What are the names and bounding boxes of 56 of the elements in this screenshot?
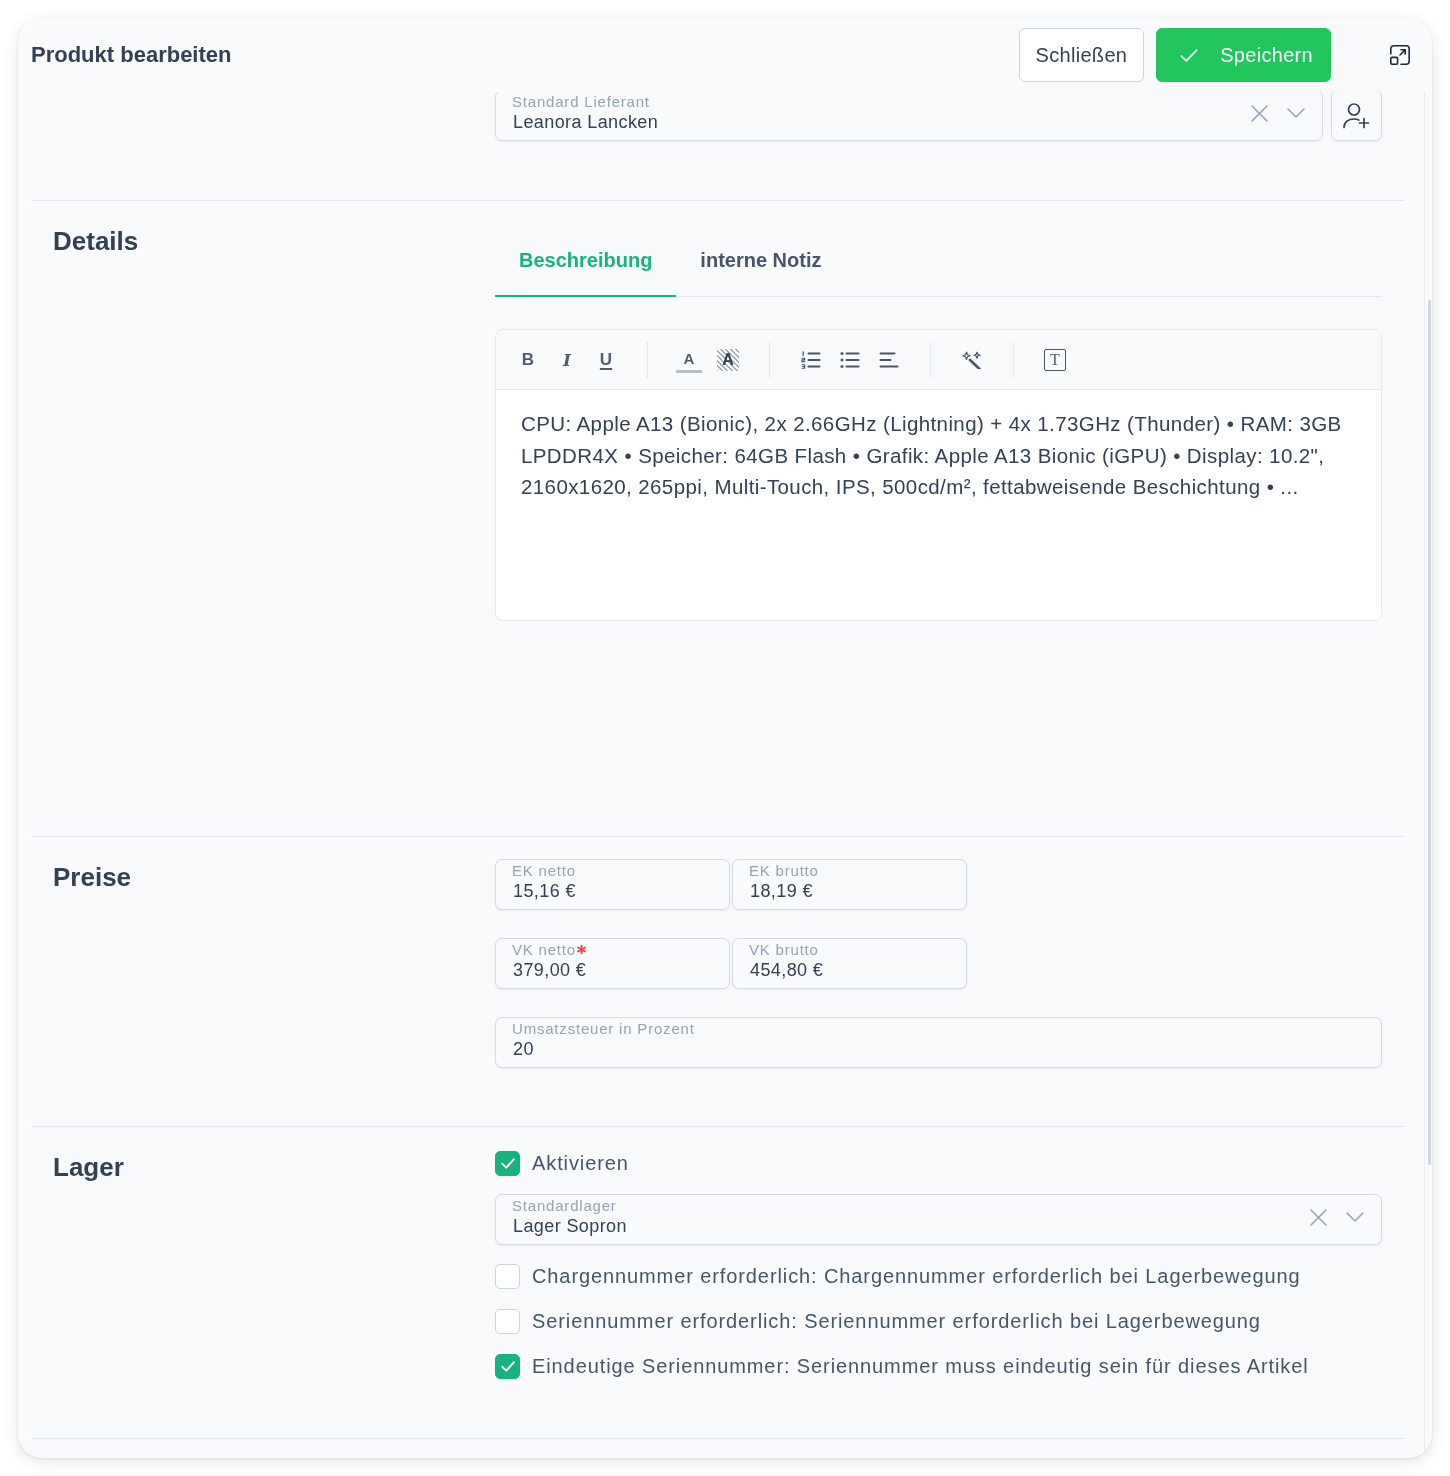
- text-color-button[interactable]: A: [676, 346, 702, 373]
- underline-button[interactable]: U: [592, 345, 620, 374]
- italic-button[interactable]: I: [553, 345, 581, 374]
- align-left-icon[interactable]: [879, 350, 899, 369]
- bullet-list-icon[interactable]: [840, 350, 860, 369]
- input-field[interactable]: EK brutto 18,19 €: [732, 859, 967, 910]
- highlight-button[interactable]: A: [717, 348, 739, 371]
- field-value: Leanora Lancken: [512, 111, 660, 133]
- check-icon: [1180, 48, 1199, 62]
- checkbox[interactable]: [495, 1308, 520, 1334]
- checkbox[interactable]: [495, 1150, 520, 1176]
- checkbox[interactable]: [495, 1353, 520, 1379]
- field-value: Lager Sopron: [512, 1215, 628, 1237]
- expand-icon[interactable]: [1390, 45, 1410, 65]
- field-label: VK brutto: [749, 941, 819, 959]
- user-plus-icon: [1343, 102, 1370, 129]
- clear-icon[interactable]: [1310, 1208, 1327, 1226]
- input-field[interactable]: VK brutto 454,80 €: [732, 938, 967, 989]
- field-label: VK netto: [512, 941, 576, 959]
- checkbox-label[interactable]: Seriennummer erforderlich: Seriennummer erforderlich bei Lagerbewegung: [532, 1307, 1261, 1335]
- close-button[interactable]: Schließen: [1018, 28, 1145, 82]
- editor-text: CPU: Apple A13 (Bionic), 2x 2.66GHz (Lightning) + 4x 1.73GHz (Thunder) • RAM: 3GB LPDDR4X • Speicher: 64GB Flash • Grafik: Apple A13 Bionic (iGPU) • Display: 10.2", 2160x1620, 265ppi, Multi-Touch, IPS, 500cd/m², fettabweisende Beschichtung • ...: [521, 411, 1343, 500]
- checkbox-label[interactable]: Chargennummer erforderlich: Chargennummer erforderlich bei Lagerbewegung: [532, 1262, 1301, 1290]
- chevron-down-icon[interactable]: [1346, 1212, 1364, 1222]
- field-value: 18,19 €: [749, 880, 814, 902]
- input-field[interactable]: Umsatzsteuer in Prozent 20: [495, 1017, 1382, 1068]
- check-icon: [500, 1157, 515, 1169]
- select-field[interactable]: Standardlager Lager Sopron: [495, 1194, 1382, 1245]
- magic-wand-icon[interactable]: [962, 350, 982, 369]
- add-supplier-button[interactable]: [1331, 92, 1382, 141]
- field-value: 379,00 €: [512, 959, 588, 981]
- field-label: Umsatzsteuer in Prozent: [512, 1020, 695, 1038]
- tab[interactable]: interne Notiz: [676, 223, 846, 297]
- field-value: 20: [512, 1038, 535, 1060]
- numbered-list-icon[interactable]: [801, 350, 821, 369]
- bold-button[interactable]: B: [514, 345, 542, 374]
- checkbox-label[interactable]: Eindeutige Seriennummer: Seriennummer muss eindeutig sein für dieses Artikel: [532, 1352, 1309, 1380]
- section-title: Details: [52, 225, 140, 258]
- field-label: Standard Lieferant: [512, 93, 651, 111]
- input-field[interactable]: VK netto 379,00 €: [495, 938, 730, 989]
- select-field[interactable]: Standard Lieferant Leanora Lancken: [495, 92, 1323, 141]
- text-box-button[interactable]: T: [1044, 348, 1066, 371]
- field-value: 454,80 €: [749, 959, 825, 981]
- field-label: EK netto: [512, 862, 576, 880]
- check-icon: [500, 1360, 515, 1372]
- field-label: EK brutto: [749, 862, 819, 880]
- dialog-title: Produkt bearbeiten: [31, 41, 232, 69]
- checkbox-label[interactable]: Aktivieren: [532, 1149, 629, 1177]
- section-title: Lager: [52, 1151, 125, 1184]
- input-field[interactable]: EK netto 15,16 €: [495, 859, 730, 910]
- field-value: 15,16 €: [512, 880, 577, 902]
- field-label: Standardlager: [512, 1197, 618, 1215]
- chevron-down-icon[interactable]: [1287, 108, 1305, 118]
- section-title: Preise: [52, 861, 133, 894]
- checkbox[interactable]: [495, 1263, 520, 1289]
- clear-icon[interactable]: [1251, 104, 1268, 122]
